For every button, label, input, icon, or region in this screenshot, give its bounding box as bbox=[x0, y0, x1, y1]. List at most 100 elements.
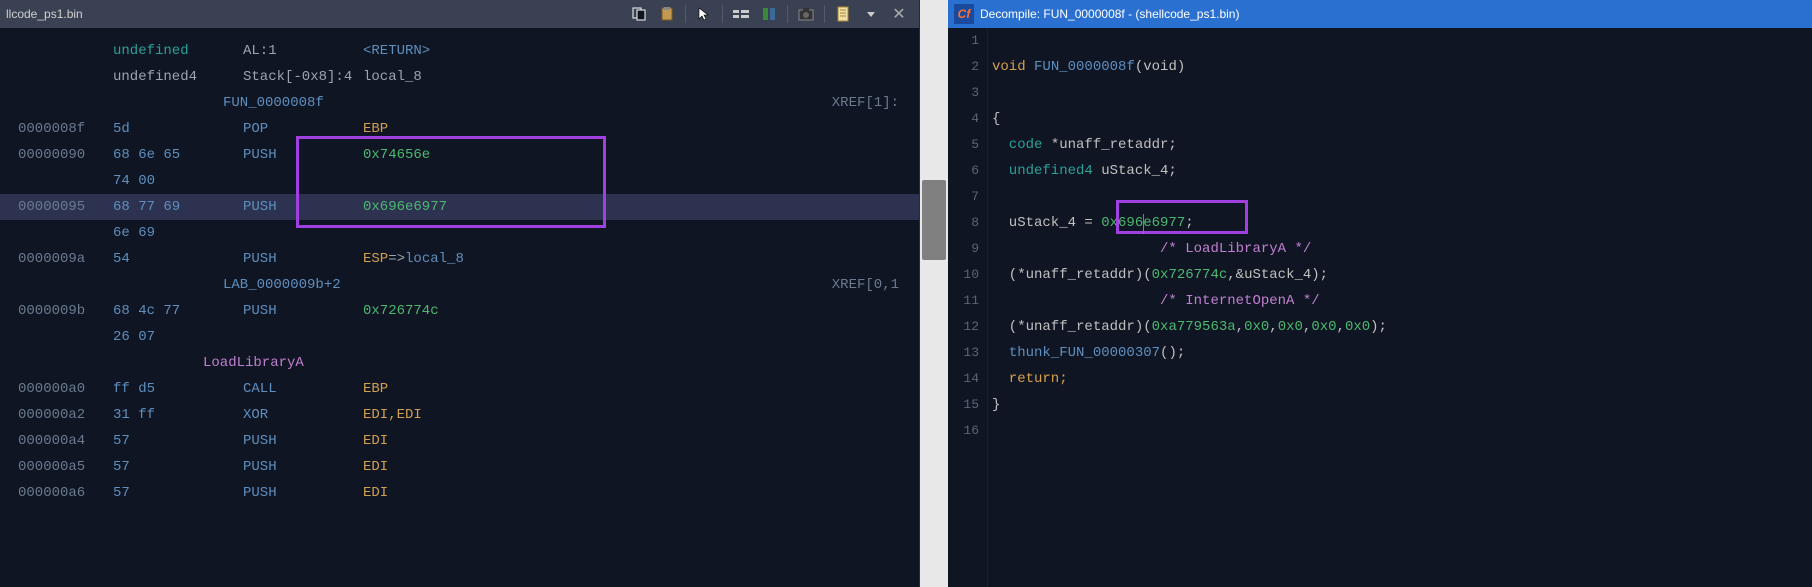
diff-icon[interactable] bbox=[757, 3, 781, 25]
toolbar-separator bbox=[787, 5, 788, 23]
listing-header-row: undefined AL:1 <RETURN> bbox=[0, 38, 919, 64]
toolbar-separator bbox=[685, 5, 686, 23]
copy-icon[interactable] bbox=[627, 3, 651, 25]
scroll-thumb[interactable] bbox=[922, 180, 946, 260]
xref bbox=[829, 220, 919, 246]
bytes: 31 ff bbox=[113, 402, 243, 428]
listing-row[interactable]: 000000a457PUSHEDI bbox=[0, 428, 919, 454]
dropdown-icon[interactable] bbox=[859, 3, 883, 25]
operand: EBP bbox=[363, 376, 829, 402]
code-line: code *unaff_retaddr; bbox=[992, 132, 1812, 158]
decompile-code[interactable]: void FUN_0000008f(void) { code *unaff_re… bbox=[988, 28, 1812, 587]
operand: EBP bbox=[363, 116, 829, 142]
code-line: thunk_FUN_00000307(); bbox=[992, 340, 1812, 366]
mnemonic: PUSH bbox=[243, 428, 363, 454]
line-number: 3 bbox=[948, 80, 979, 106]
stack-label: Stack[-0x8]:4 bbox=[243, 64, 363, 90]
bytes: 68 4c 77 bbox=[113, 298, 243, 324]
code-line bbox=[992, 28, 1812, 54]
address: 000000a5 bbox=[18, 454, 113, 480]
mnemonic bbox=[243, 168, 363, 194]
operand bbox=[363, 220, 829, 246]
xref bbox=[829, 324, 919, 350]
decompile-body[interactable]: 12345678910111213141516 void FUN_0000008… bbox=[948, 28, 1812, 587]
listing-row[interactable]: 0000008f5dPOPEBP bbox=[0, 116, 919, 142]
listing-row[interactable]: 000000a231 ffXOREDI,EDI bbox=[0, 402, 919, 428]
address bbox=[18, 220, 113, 246]
overview-ruler[interactable] bbox=[920, 0, 948, 587]
xref bbox=[829, 142, 919, 168]
address: 0000009a bbox=[18, 246, 113, 272]
bytes: 57 bbox=[113, 480, 243, 506]
line-number: 1 bbox=[948, 28, 979, 54]
code-line: { bbox=[992, 106, 1812, 132]
line-number: 14 bbox=[948, 366, 979, 392]
function-name[interactable]: FUN_0000008f bbox=[223, 90, 324, 116]
type-label: undefined4 bbox=[113, 64, 243, 90]
decompile-icon: Cf bbox=[954, 4, 974, 24]
type-label: undefined bbox=[113, 38, 243, 64]
snapshot-icon[interactable] bbox=[794, 3, 818, 25]
label-name[interactable]: LAB_0000009b+2 bbox=[223, 272, 341, 298]
register-label: AL:1 bbox=[243, 38, 363, 64]
decompile-title: Decompile: FUN_0000008f - (shellcode_ps1… bbox=[980, 7, 1239, 21]
listing-row[interactable]: 0000009b68 4c 77PUSH0x726774c bbox=[0, 298, 919, 324]
listing-title-bar: llcode_ps1.bin ✕ bbox=[0, 0, 919, 28]
line-number-gutter: 12345678910111213141516 bbox=[948, 28, 988, 587]
listing-header-row: undefined4 Stack[-0x8]:4 local_8 bbox=[0, 64, 919, 90]
address: 0000008f bbox=[18, 116, 113, 142]
text-caret bbox=[1143, 214, 1144, 234]
xref-label[interactable]: XREF[1]: bbox=[829, 90, 919, 116]
listing-row[interactable]: 0000009568 77 69PUSH0x696e6977 bbox=[0, 194, 919, 220]
listing-row[interactable]: 000000a657PUSHEDI bbox=[0, 480, 919, 506]
xref bbox=[829, 480, 919, 506]
notes-icon[interactable] bbox=[831, 3, 855, 25]
decompile-title-bar: Cf Decompile: FUN_0000008f - (shellcode_… bbox=[948, 0, 1812, 28]
fields-icon[interactable] bbox=[729, 3, 753, 25]
bytes: 26 07 bbox=[113, 324, 243, 350]
listing-row[interactable]: 74 00 bbox=[0, 168, 919, 194]
code-line bbox=[992, 184, 1812, 210]
symbol-name[interactable]: LoadLibraryA bbox=[203, 350, 304, 376]
listing-panel: llcode_ps1.bin ✕ bbox=[0, 0, 920, 587]
operand: EDI,EDI bbox=[363, 402, 829, 428]
xref-label[interactable]: XREF[0,1 bbox=[829, 272, 919, 298]
listing-row[interactable]: 0000009068 6e 65PUSH0x74656e bbox=[0, 142, 919, 168]
label-row: LAB_0000009b+2 XREF[0,1 bbox=[0, 272, 919, 298]
address: 00000095 bbox=[18, 194, 113, 220]
close-icon[interactable]: ✕ bbox=[887, 3, 911, 25]
paste-icon[interactable] bbox=[655, 3, 679, 25]
xref bbox=[829, 194, 919, 220]
code-line: return; bbox=[992, 366, 1812, 392]
code-line: /* LoadLibraryA */ bbox=[992, 236, 1812, 262]
listing-row[interactable]: 000000a557PUSHEDI bbox=[0, 454, 919, 480]
address: 00000090 bbox=[18, 142, 113, 168]
decompile-panel: Cf Decompile: FUN_0000008f - (shellcode_… bbox=[948, 0, 1812, 587]
listing-row[interactable]: 0000009a54PUSHESP=>local_8 bbox=[0, 246, 919, 272]
operand: EDI bbox=[363, 480, 829, 506]
listing-row[interactable]: 000000a0ff d5CALLEBP bbox=[0, 376, 919, 402]
operand: EDI bbox=[363, 428, 829, 454]
mnemonic: PUSH bbox=[243, 142, 363, 168]
operand bbox=[363, 324, 829, 350]
mnemonic: PUSH bbox=[243, 194, 363, 220]
line-number: 9 bbox=[948, 236, 979, 262]
line-number: 7 bbox=[948, 184, 979, 210]
line-number: 4 bbox=[948, 106, 979, 132]
listing-body[interactable]: undefined AL:1 <RETURN> undefined4 Stack… bbox=[0, 28, 919, 587]
listing-row[interactable]: 26 07 bbox=[0, 324, 919, 350]
bytes: 68 77 69 bbox=[113, 194, 243, 220]
line-number: 16 bbox=[948, 418, 979, 444]
xref bbox=[829, 376, 919, 402]
code-line: } bbox=[992, 392, 1812, 418]
cursor-icon[interactable] bbox=[692, 3, 716, 25]
toolbar-separator bbox=[722, 5, 723, 23]
bytes: 68 6e 65 bbox=[113, 142, 243, 168]
address: 000000a4 bbox=[18, 428, 113, 454]
line-number: 6 bbox=[948, 158, 979, 184]
line-number: 5 bbox=[948, 132, 979, 158]
listing-row[interactable]: 6e 69 bbox=[0, 220, 919, 246]
operand: ESP=>local_8 bbox=[363, 246, 829, 272]
line-number: 13 bbox=[948, 340, 979, 366]
symbol-row: LoadLibraryA bbox=[0, 350, 919, 376]
